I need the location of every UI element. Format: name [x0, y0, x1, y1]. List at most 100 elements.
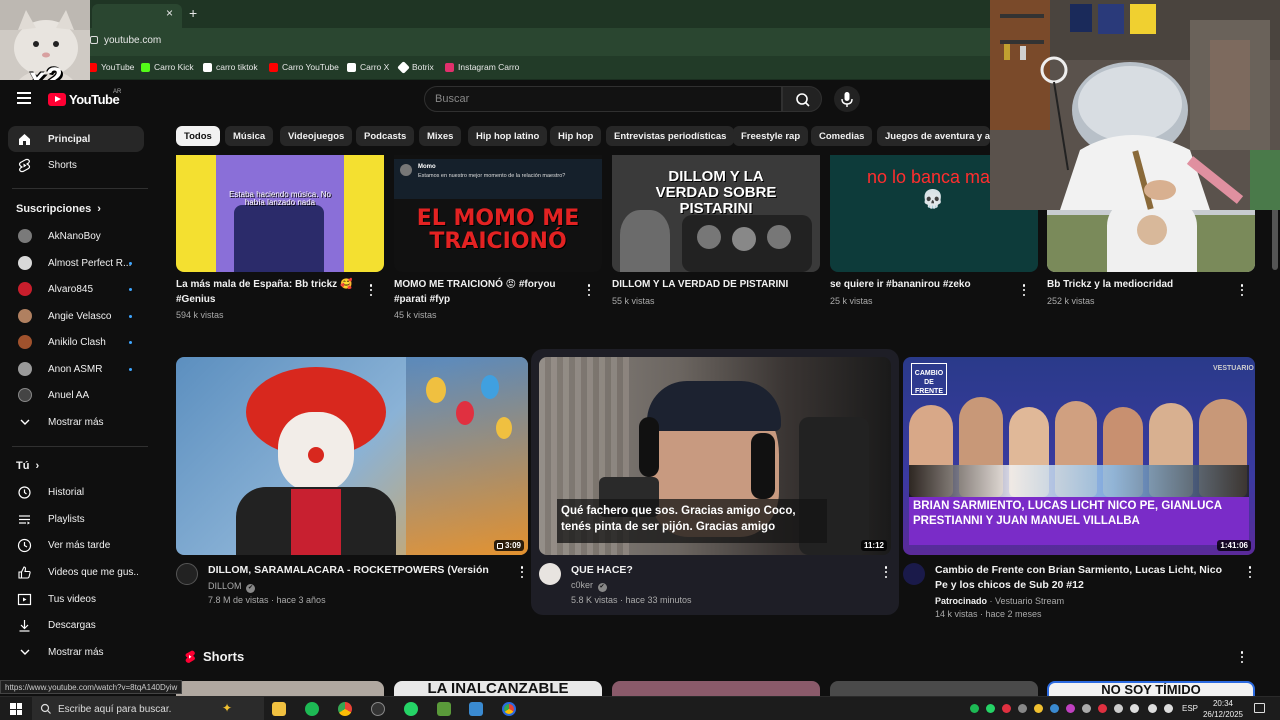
more-options-icon[interactable]	[1238, 283, 1246, 297]
sidebar-item-descargas[interactable]: Descargas	[8, 612, 144, 638]
more-options-icon[interactable]	[1020, 283, 1028, 297]
chip-todos[interactable]: Todos	[176, 126, 220, 146]
site-info-icon[interactable]	[90, 36, 98, 44]
hamburger-menu-icon[interactable]	[17, 92, 31, 104]
video-thumbnail[interactable]: 3:09	[176, 357, 528, 555]
search-button[interactable]	[782, 86, 822, 112]
network-icon[interactable]	[1130, 704, 1139, 713]
sidebar-show-more-you[interactable]: Mostrar más	[8, 639, 144, 665]
new-tab-icon[interactable]: +	[189, 5, 197, 21]
tray-icon[interactable]	[1098, 704, 1107, 713]
sidebar-item-playlists[interactable]: Playlists	[8, 506, 144, 532]
tray-icon[interactable]	[1114, 704, 1123, 713]
video-thumbnail[interactable]: Qué fachero que sos. Gracias amigo Coco,…	[539, 357, 891, 555]
channel-avatar[interactable]	[903, 563, 925, 585]
sidebar-item-subscription[interactable]: Anuel AA	[8, 382, 144, 408]
minecraft-icon[interactable]	[437, 702, 451, 716]
volume-icon[interactable]	[1148, 704, 1157, 713]
obs-icon[interactable]	[371, 702, 385, 716]
close-tab-icon[interactable]: ×	[166, 6, 173, 20]
video-title[interactable]: MOMO ME TRAICIONÓ 😡 #foryou #parati #fyp	[394, 277, 576, 307]
sponsored-channel[interactable]: Patrocinado · Vestuario Stream	[935, 595, 1064, 608]
language-indicator[interactable]: ESP	[1182, 704, 1198, 713]
more-options-icon[interactable]	[882, 565, 890, 579]
search-input[interactable]	[435, 91, 765, 107]
more-options-icon[interactable]	[367, 283, 375, 297]
channel-avatar[interactable]	[176, 563, 198, 585]
chip-hip-hop[interactable]: Hip hop	[550, 126, 602, 146]
bookmark-carro-tiktok[interactable]: carro tiktok	[203, 62, 258, 72]
chip-juegos-aventura[interactable]: Juegos de aventura y acc	[877, 126, 990, 146]
file-explorer-icon[interactable]	[272, 702, 286, 716]
bookmark-carro-x[interactable]: Carro X	[347, 62, 389, 72]
channel-name[interactable]: c0ker ✔	[571, 579, 607, 592]
video-thumbnail[interactable]: DILLOM Y LA VERDAD SOBRE PISTARINI	[612, 155, 820, 272]
chip-videojuegos[interactable]: Videojuegos	[280, 126, 353, 146]
sidebar-item-subscription[interactable]: Anikilo Clash	[8, 329, 144, 355]
video-thumbnail[interactable]: CAMBIO DE FRENTE VESTUARIO BRIAN SARMIEN…	[903, 357, 1255, 555]
spotify-icon[interactable]	[305, 702, 319, 716]
sidebar-item-principal[interactable]: Principal	[8, 126, 144, 152]
sidebar-item-historial[interactable]: Historial	[8, 479, 144, 505]
notifications-icon[interactable]	[1254, 703, 1265, 713]
channel-name[interactable]: DILLOM ✔	[208, 580, 256, 593]
chrome-active-icon[interactable]	[502, 702, 516, 716]
youtube-logo[interactable]: YouTube	[48, 92, 120, 107]
voice-search-button[interactable]	[834, 86, 860, 112]
chip-entrevistas[interactable]: Entrevistas periodísticas	[606, 126, 735, 146]
more-options-icon[interactable]	[1246, 565, 1254, 579]
chip-comedias[interactable]: Comedias	[811, 126, 873, 146]
video-title[interactable]: DILLOM, SARAMALACARA - ROCKETPOWERS (Ver…	[208, 563, 508, 579]
video-title[interactable]: QUE HACE?	[571, 563, 871, 579]
chip-mixes[interactable]: Mixes	[419, 126, 462, 146]
sidebar-show-more-subscriptions[interactable]: Mostrar más	[8, 409, 144, 435]
bookmark-botrix[interactable]: Botrix	[397, 60, 434, 74]
video-title[interactable]: Bb Trickz y la mediocridad	[1047, 277, 1227, 293]
tray-icon[interactable]	[1066, 704, 1075, 713]
url-field[interactable]: youtube.com	[104, 35, 161, 46]
tray-icon[interactable]	[1050, 704, 1059, 713]
bookmark-carro-kick[interactable]: Carro Kick	[141, 62, 194, 72]
tray-icon[interactable]	[1018, 704, 1027, 713]
video-title[interactable]: La más mala de España: Bb trickz 🥰 #Geni…	[176, 277, 356, 307]
video-title[interactable]: se quiere ir #bananirou #zeko	[830, 277, 1010, 293]
chip-podcasts[interactable]: Podcasts	[356, 126, 415, 146]
sidebar-item-subscription[interactable]: Angie Velasco	[8, 303, 144, 329]
sidebar-item-liked-videos[interactable]: Videos que me gus...	[8, 559, 144, 585]
tray-icon[interactable]	[1002, 704, 1011, 713]
video-thumbnail[interactable]: Momo Estamos en nuestro mejor momento de…	[394, 155, 602, 272]
subscriptions-header[interactable]: Suscripciones ›	[16, 203, 101, 215]
windows-start-icon[interactable]	[10, 703, 22, 715]
chrome-icon[interactable]	[338, 702, 352, 716]
more-options-icon[interactable]	[1238, 650, 1246, 664]
sidebar-item-subscription[interactable]: Almost Perfect R...	[8, 250, 144, 276]
pen-icon[interactable]	[1164, 704, 1173, 713]
store-icon[interactable]	[469, 702, 483, 716]
more-options-icon[interactable]	[518, 565, 526, 579]
spotify-tray-icon[interactable]	[970, 704, 979, 713]
channel-avatar[interactable]	[539, 563, 561, 585]
sidebar-item-tus-videos[interactable]: Tus videos	[8, 586, 144, 612]
taskbar-search[interactable]: Escribe aquí para buscar. ✦	[32, 697, 264, 720]
you-header[interactable]: Tú ›	[16, 460, 39, 472]
chip-hip-hop-latino[interactable]: Hip hop latino	[468, 126, 548, 146]
sidebar-item-ver-mas-tarde[interactable]: Ver más tarde	[8, 532, 144, 558]
more-options-icon[interactable]	[585, 283, 593, 297]
video-title[interactable]: Cambio de Frente con Brian Sarmiento, Lu…	[935, 563, 1235, 593]
whatsapp-icon[interactable]	[404, 702, 418, 716]
video-thumbnail[interactable]: Estaba haciendo música. No había lanzado…	[176, 155, 384, 272]
taskbar-clock[interactable]: 20:34 26/12/2025	[1200, 698, 1246, 720]
bookmark-youtube[interactable]: YouTube	[88, 62, 134, 72]
video-title[interactable]: DILLOM Y LA VERDAD DE PISTARINI	[612, 277, 802, 293]
sidebar-item-subscription[interactable]: AkNanoBoy	[8, 223, 144, 249]
tray-icon[interactable]	[1034, 704, 1043, 713]
sidebar-item-shorts[interactable]: Shorts	[8, 152, 144, 178]
sidebar-item-subscription[interactable]: Alvaro845	[8, 276, 144, 302]
chip-musica[interactable]: Música	[225, 126, 274, 146]
steam-tray-icon[interactable]	[1082, 704, 1091, 713]
bookmark-carro-youtube[interactable]: Carro YouTube	[269, 62, 339, 72]
whatsapp-tray-icon[interactable]	[986, 704, 995, 713]
chip-freestyle-rap[interactable]: Freestyle rap	[733, 126, 809, 146]
bookmark-instagram-carro[interactable]: Instagram Carro	[445, 62, 519, 72]
sidebar-item-subscription[interactable]: Anon ASMR	[8, 356, 144, 382]
